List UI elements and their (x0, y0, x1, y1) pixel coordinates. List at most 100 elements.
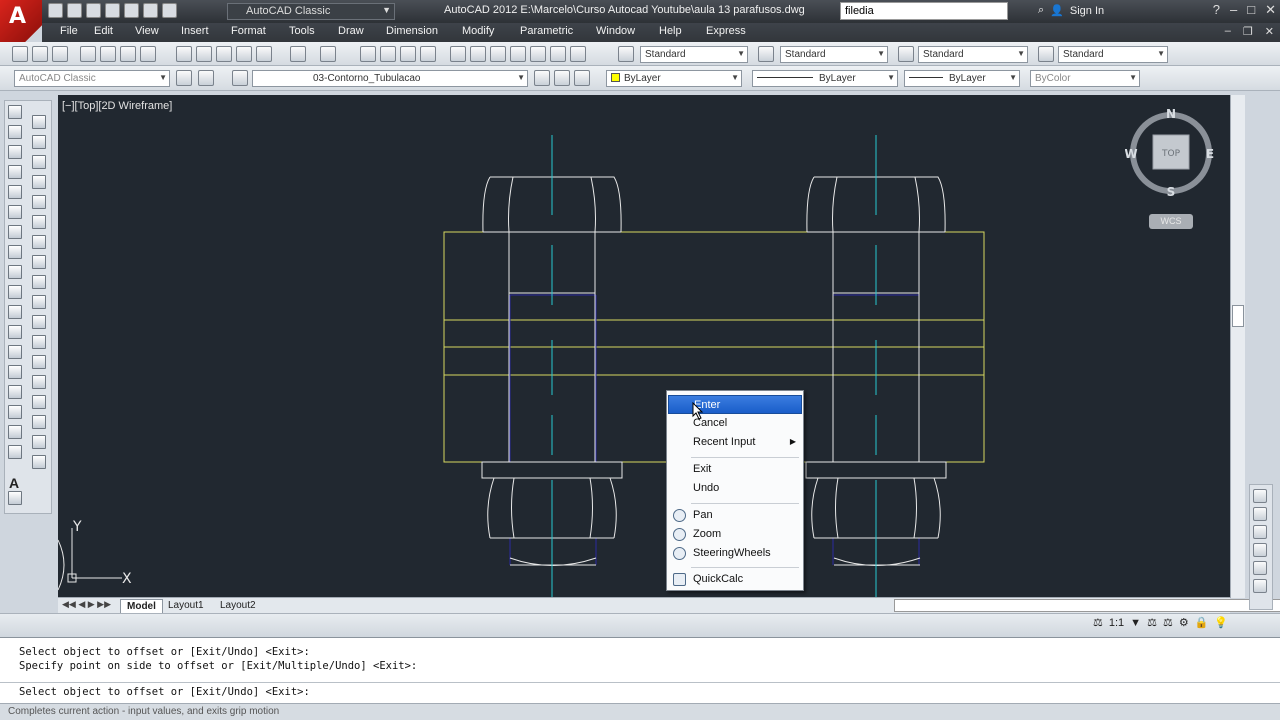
tab-layout1[interactable]: Layout1 (162, 599, 210, 612)
new-icon[interactable] (12, 46, 28, 62)
hatch-icon[interactable] (8, 385, 22, 399)
line-icon[interactable] (8, 105, 22, 119)
paste-icon[interactable] (216, 46, 232, 62)
design-center-icon[interactable] (470, 46, 486, 62)
help-icon[interactable] (570, 46, 586, 62)
undo-icon[interactable] (290, 46, 306, 62)
steeringwheels-icon[interactable] (1253, 561, 1267, 575)
menu-express[interactable]: Express (706, 23, 746, 37)
open-icon[interactable] (32, 46, 48, 62)
table-style-icon[interactable] (898, 46, 914, 62)
stretch-icon[interactable] (32, 275, 46, 289)
workspace-select[interactable]: AutoCAD Classic ▼ (227, 3, 395, 20)
array-icon[interactable] (32, 195, 46, 209)
doc-minimize-button[interactable]: – (1225, 25, 1231, 38)
menu-view[interactable]: View (135, 23, 159, 37)
circle-icon[interactable] (8, 225, 22, 239)
make-current-layer-icon[interactable] (534, 70, 550, 86)
plot-icon[interactable] (80, 46, 96, 62)
make-block-icon[interactable] (8, 345, 22, 359)
construction-line-icon[interactable] (8, 125, 22, 139)
3d-dwf-icon[interactable] (140, 46, 156, 62)
multileader-style-select[interactable]: Standard ▼ (1058, 46, 1168, 63)
binoculars-icon[interactable]: ⌕ (1038, 4, 1044, 17)
vertical-scrollbar-thumb[interactable] (1232, 305, 1244, 327)
zoom-realtime-icon[interactable] (380, 46, 396, 62)
plot-preview-icon[interactable] (100, 46, 116, 62)
menu-insert[interactable]: Insert (181, 23, 209, 37)
compass-west[interactable]: W (1124, 147, 1138, 161)
move-icon[interactable] (32, 215, 46, 229)
command-window[interactable]: Select object to offset or [Exit/Undo] <… (0, 637, 1280, 703)
minimize-button[interactable]: – (1230, 2, 1237, 18)
autoscale-icon[interactable]: ⚖ (1163, 616, 1173, 629)
tool-palettes-icon[interactable] (490, 46, 506, 62)
application-menu-button[interactable]: A (0, 0, 42, 42)
add-selected-icon[interactable] (8, 491, 22, 505)
scale-icon[interactable] (32, 255, 46, 269)
copy-object-icon[interactable] (32, 135, 46, 149)
orbit-icon[interactable] (1253, 525, 1267, 539)
search-input[interactable]: filedia (840, 2, 1008, 20)
menu-format[interactable]: Format (231, 23, 266, 37)
gradient-icon[interactable] (8, 405, 22, 419)
menu-parametric[interactable]: Parametric (520, 23, 573, 37)
doc-close-button[interactable]: ✕ (1265, 25, 1274, 38)
revision-cloud-icon[interactable] (8, 245, 22, 259)
extend-icon[interactable] (32, 315, 46, 329)
arc-icon[interactable] (8, 205, 22, 219)
rotate-icon[interactable] (32, 235, 46, 249)
break-icon[interactable] (32, 355, 46, 369)
compass-south[interactable]: S (1167, 185, 1176, 199)
menu-item-cancel[interactable]: Cancel (668, 414, 802, 433)
properties-icon[interactable] (450, 46, 466, 62)
multiline-text-icon[interactable]: A (9, 475, 19, 491)
multileader-style-icon[interactable] (1038, 46, 1054, 62)
layer-select[interactable]: 03-Contorno_Tubulacao ▼ (252, 70, 528, 87)
open-icon[interactable] (67, 3, 82, 18)
table-icon[interactable] (8, 445, 22, 459)
plot-icon[interactable] (124, 3, 139, 18)
table-style-select[interactable]: Standard ▼ (918, 46, 1028, 63)
cut-icon[interactable] (176, 46, 192, 62)
mirror-icon[interactable] (32, 155, 46, 169)
erase-icon[interactable] (32, 115, 46, 129)
annotation-scale-control[interactable]: ⚖ 1:1 ▼ ⚖ ⚖ ⚙ 🔒 💡 (1093, 616, 1228, 630)
viewcube[interactable]: TOP N S E W (1124, 107, 1215, 199)
fillet-icon[interactable] (32, 415, 46, 429)
region-icon[interactable] (8, 425, 22, 439)
layer-properties-icon[interactable] (232, 70, 248, 86)
command-prompt[interactable]: Select object to offset or [Exit/Undo] <… (19, 686, 310, 698)
point-icon[interactable] (8, 365, 22, 379)
menu-help[interactable]: Help (659, 23, 682, 37)
plotstyle-select[interactable]: ByColor ▼ (1030, 70, 1140, 87)
polyline-icon[interactable] (8, 145, 22, 159)
ellipse-icon[interactable] (8, 285, 22, 299)
menu-item-steeringwheels[interactable]: SteeringWheels (668, 544, 802, 563)
menu-window[interactable]: Window (596, 23, 635, 37)
break-at-point-icon[interactable] (32, 335, 46, 349)
compass-east[interactable]: E (1206, 147, 1214, 161)
menu-modify[interactable]: Modify (462, 23, 494, 37)
menu-item-undo[interactable]: Undo (668, 479, 802, 498)
sign-in-button[interactable]: ⌕ 👤 Sign In (1038, 4, 1104, 17)
lineweight-select[interactable]: ByLayer ▼ (904, 70, 1020, 87)
menu-item-recent-input[interactable]: Recent Input ▶ (668, 433, 802, 452)
tab-nav-arrows-icon[interactable]: ◀◀ ◀ ▶ ▶▶ (62, 599, 111, 610)
dim-style-select[interactable]: Standard ▼ (780, 46, 888, 63)
showmotion-icon[interactable] (1253, 543, 1267, 557)
insert-block-icon[interactable] (8, 325, 22, 339)
save-icon[interactable] (52, 46, 68, 62)
doc-restore-button[interactable]: ❐ (1243, 25, 1253, 38)
customize-icon[interactable] (198, 70, 214, 86)
workspace-switch-icon[interactable]: ⚙ (1179, 616, 1189, 629)
blend-curves-icon[interactable] (32, 435, 46, 449)
markup-icon[interactable] (530, 46, 546, 62)
close-button[interactable]: ✕ (1265, 2, 1276, 18)
polygon-icon[interactable] (8, 165, 22, 179)
save-icon[interactable] (86, 3, 101, 18)
layer-previous-icon[interactable] (554, 70, 570, 86)
redo-icon[interactable] (320, 46, 336, 62)
menu-item-zoom[interactable]: Zoom (668, 525, 802, 544)
trim-icon[interactable] (32, 295, 46, 309)
